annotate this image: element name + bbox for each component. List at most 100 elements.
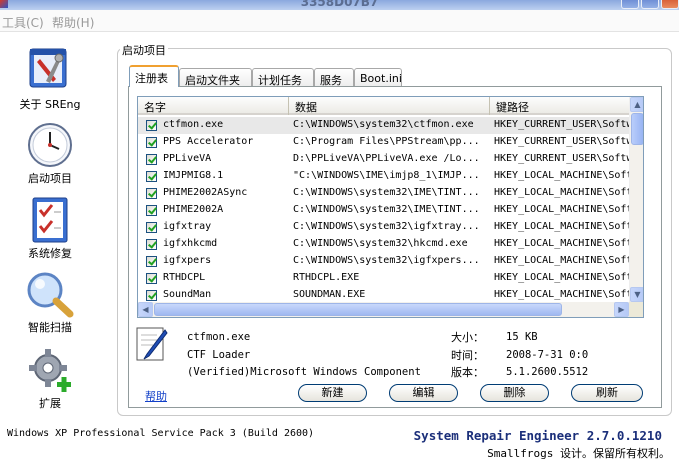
- detail-description: CTF Loader: [187, 349, 251, 361]
- scroll-right-arrow[interactable]: ▶: [614, 302, 629, 317]
- tab-startup-folder[interactable]: 启动文件夹: [179, 68, 252, 87]
- menu-help[interactable]: 帮助(H): [52, 14, 94, 31]
- tab-scheduled-tasks[interactable]: 计划任务: [252, 68, 314, 87]
- table-row[interactable]: PPLiveVA D:\PPLiveVA\PPLiveVA.exe /Lo... H…: [138, 151, 629, 168]
- cell-key-path: HKEY_LOCAL_MACHINE\Soft: [494, 170, 629, 181]
- version-label: 版本：: [451, 366, 484, 379]
- delete-button[interactable]: 删除: [480, 384, 549, 402]
- cell-name: PPLiveVA: [163, 153, 212, 164]
- nav-startup[interactable]: 启动项目: [0, 121, 100, 186]
- os-version-text: Windows XP Professional Service Pack 3 (…: [7, 428, 315, 439]
- time-value: 2008-7-31 0:0: [506, 349, 589, 361]
- cell-key-path: HKEY_LOCAL_MACHINE\Soft: [494, 255, 629, 266]
- tab-registry[interactable]: 注册表: [129, 65, 179, 87]
- table-row[interactable]: PHIME2002ASync C:\WINDOWS\system32\IME\TI…: [138, 185, 629, 202]
- row-checkbox[interactable]: [146, 222, 157, 233]
- cell-key-path: HKEY_CURRENT_USER\Softw: [494, 153, 629, 164]
- cell-name: ctfmon.exe: [163, 119, 224, 130]
- row-checkbox[interactable]: [146, 171, 157, 182]
- cell-data: C:\WINDOWS\system32\igfxtray...: [293, 221, 480, 232]
- cell-key-path: HKEY_LOCAL_MACHINE\Soft: [494, 221, 629, 232]
- new-button[interactable]: 新建: [298, 384, 367, 402]
- row-checkbox[interactable]: [146, 137, 157, 148]
- cell-name: igfxpers: [163, 255, 212, 266]
- edit-button[interactable]: 编辑: [389, 384, 458, 402]
- startup-list[interactable]: 名字 数据 键路径 ctfmon.exe C:\WINDOWS\system32\…: [137, 96, 644, 318]
- horizontal-scroll-thumb[interactable]: [154, 303, 562, 316]
- cell-data: C:\WINDOWS\system32\igfxpers...: [293, 255, 480, 266]
- cell-data: C:\WINDOWS\system32\IME\TINT...: [293, 204, 480, 215]
- row-checkbox[interactable]: [146, 290, 157, 301]
- row-checkbox[interactable]: [146, 273, 157, 284]
- help-link[interactable]: 帮助: [145, 388, 167, 404]
- cell-name: RTHDCPL: [163, 272, 206, 283]
- group-title: 启动项目: [120, 42, 168, 58]
- nav-repair[interactable]: 系统修复: [0, 196, 100, 261]
- cell-data: SOUNDMAN.EXE: [293, 289, 366, 300]
- nav-about[interactable]: 关于 SREng: [0, 45, 100, 112]
- menu-bar: 工具(C) 帮助(H): [0, 10, 679, 32]
- table-row[interactable]: igfxtray C:\WINDOWS\system32\igfxtray... H…: [138, 219, 629, 236]
- cell-name: igfxtray: [163, 221, 212, 232]
- size-value: 15 KB: [506, 331, 538, 343]
- table-row[interactable]: igfxpers C:\WINDOWS\system32\igfxpers... H…: [138, 253, 629, 270]
- nav-scan-label: 智能扫描: [28, 321, 72, 334]
- nav-repair-label: 系统修复: [28, 247, 72, 260]
- column-data[interactable]: 数据: [289, 97, 490, 115]
- time-label: 时间：: [451, 349, 484, 362]
- scroll-left-arrow[interactable]: ◀: [138, 302, 153, 317]
- scroll-up-arrow[interactable]: ▲: [630, 97, 643, 112]
- cell-data: D:\PPLiveVA\PPLiveVA.exe /Lo...: [293, 153, 480, 164]
- row-checkbox[interactable]: [146, 205, 157, 216]
- scroll-down-arrow[interactable]: ▼: [630, 287, 643, 302]
- table-row[interactable]: IMJPMIG8.1 "C:\WINDOWS\IME\imjp8_1\IMJP..…: [138, 168, 629, 185]
- nav-startup-label: 启动项目: [28, 172, 72, 185]
- cell-data: C:\Program Files\PPStream\pp...: [293, 136, 480, 147]
- cell-key-path: HKEY_LOCAL_MACHINE\Soft: [494, 238, 629, 249]
- row-checkbox[interactable]: [146, 120, 157, 131]
- cell-key-path: HKEY_LOCAL_MACHINE\Soft: [494, 289, 629, 300]
- menu-tools[interactable]: 工具(C): [2, 14, 44, 31]
- cell-data: C:\WINDOWS\system32\hkcmd.exe: [293, 238, 468, 249]
- cell-data: "C:\WINDOWS\IME\imjp8_1\IMJP...: [293, 170, 480, 181]
- nav-about-label: 关于 SREng: [19, 98, 81, 111]
- cell-name: PPS Accelerator: [163, 136, 254, 147]
- refresh-button[interactable]: 刷新: [571, 384, 643, 402]
- clock-icon: [28, 123, 72, 167]
- table-row[interactable]: PPS Accelerator C:\Program Files\PPStream…: [138, 134, 629, 151]
- tab-services[interactable]: 服务: [314, 68, 354, 87]
- nav-extend-label: 扩展: [39, 397, 61, 410]
- scroll-corner: [629, 302, 643, 317]
- table-row[interactable]: ctfmon.exe C:\WINDOWS\system32\ctfmon.exe…: [138, 117, 629, 134]
- cell-name: SoundMan: [163, 289, 212, 300]
- tools-icon: [29, 48, 67, 88]
- vertical-scrollbar[interactable]: ▲ ▼: [629, 97, 643, 302]
- horizontal-scrollbar[interactable]: ◀ ▶: [138, 302, 629, 317]
- row-checkbox[interactable]: [146, 239, 157, 250]
- list-header: 名字 数据 键路径: [138, 97, 629, 115]
- row-checkbox[interactable]: [146, 154, 157, 165]
- tab-boot-ini[interactable]: Boot.ini: [354, 68, 402, 87]
- maximize-button[interactable]: [641, 0, 659, 9]
- minimize-button[interactable]: [621, 0, 639, 9]
- column-name[interactable]: 名字: [138, 97, 289, 115]
- magnifier-icon: [27, 272, 74, 318]
- detail-filename: ctfmon.exe: [187, 331, 251, 343]
- nav-extend[interactable]: 扩展: [0, 346, 100, 411]
- cell-data: C:\WINDOWS\system32\IME\TINT...: [293, 187, 480, 198]
- row-checkbox[interactable]: [146, 188, 157, 199]
- nav-scan[interactable]: 智能扫描: [0, 270, 100, 335]
- column-key-path[interactable]: 键路径: [490, 97, 629, 115]
- gear-plus-icon: [29, 349, 71, 392]
- table-row[interactable]: RTHDCPL RTHDCPL.EXE HKEY_LOCAL_MACHINE\Sof…: [138, 270, 629, 287]
- row-checkbox[interactable]: [146, 256, 157, 267]
- table-row[interactable]: igfxhkcmd C:\WINDOWS\system32\hkcmd.exe HK…: [138, 236, 629, 253]
- title-bar[interactable]: 3358D07B7: [0, 0, 679, 10]
- cell-data: C:\WINDOWS\system32\ctfmon.exe: [293, 119, 474, 130]
- cell-name: PHIME2002A: [163, 204, 224, 215]
- table-row[interactable]: PHIME2002A C:\WINDOWS\system32\IME\TINT..…: [138, 202, 629, 219]
- cell-key-path: HKEY_LOCAL_MACHINE\Soft: [494, 204, 629, 215]
- close-button[interactable]: [661, 0, 679, 9]
- vertical-scroll-thumb[interactable]: [631, 113, 643, 145]
- cell-name: PHIME2002ASync: [163, 187, 248, 198]
